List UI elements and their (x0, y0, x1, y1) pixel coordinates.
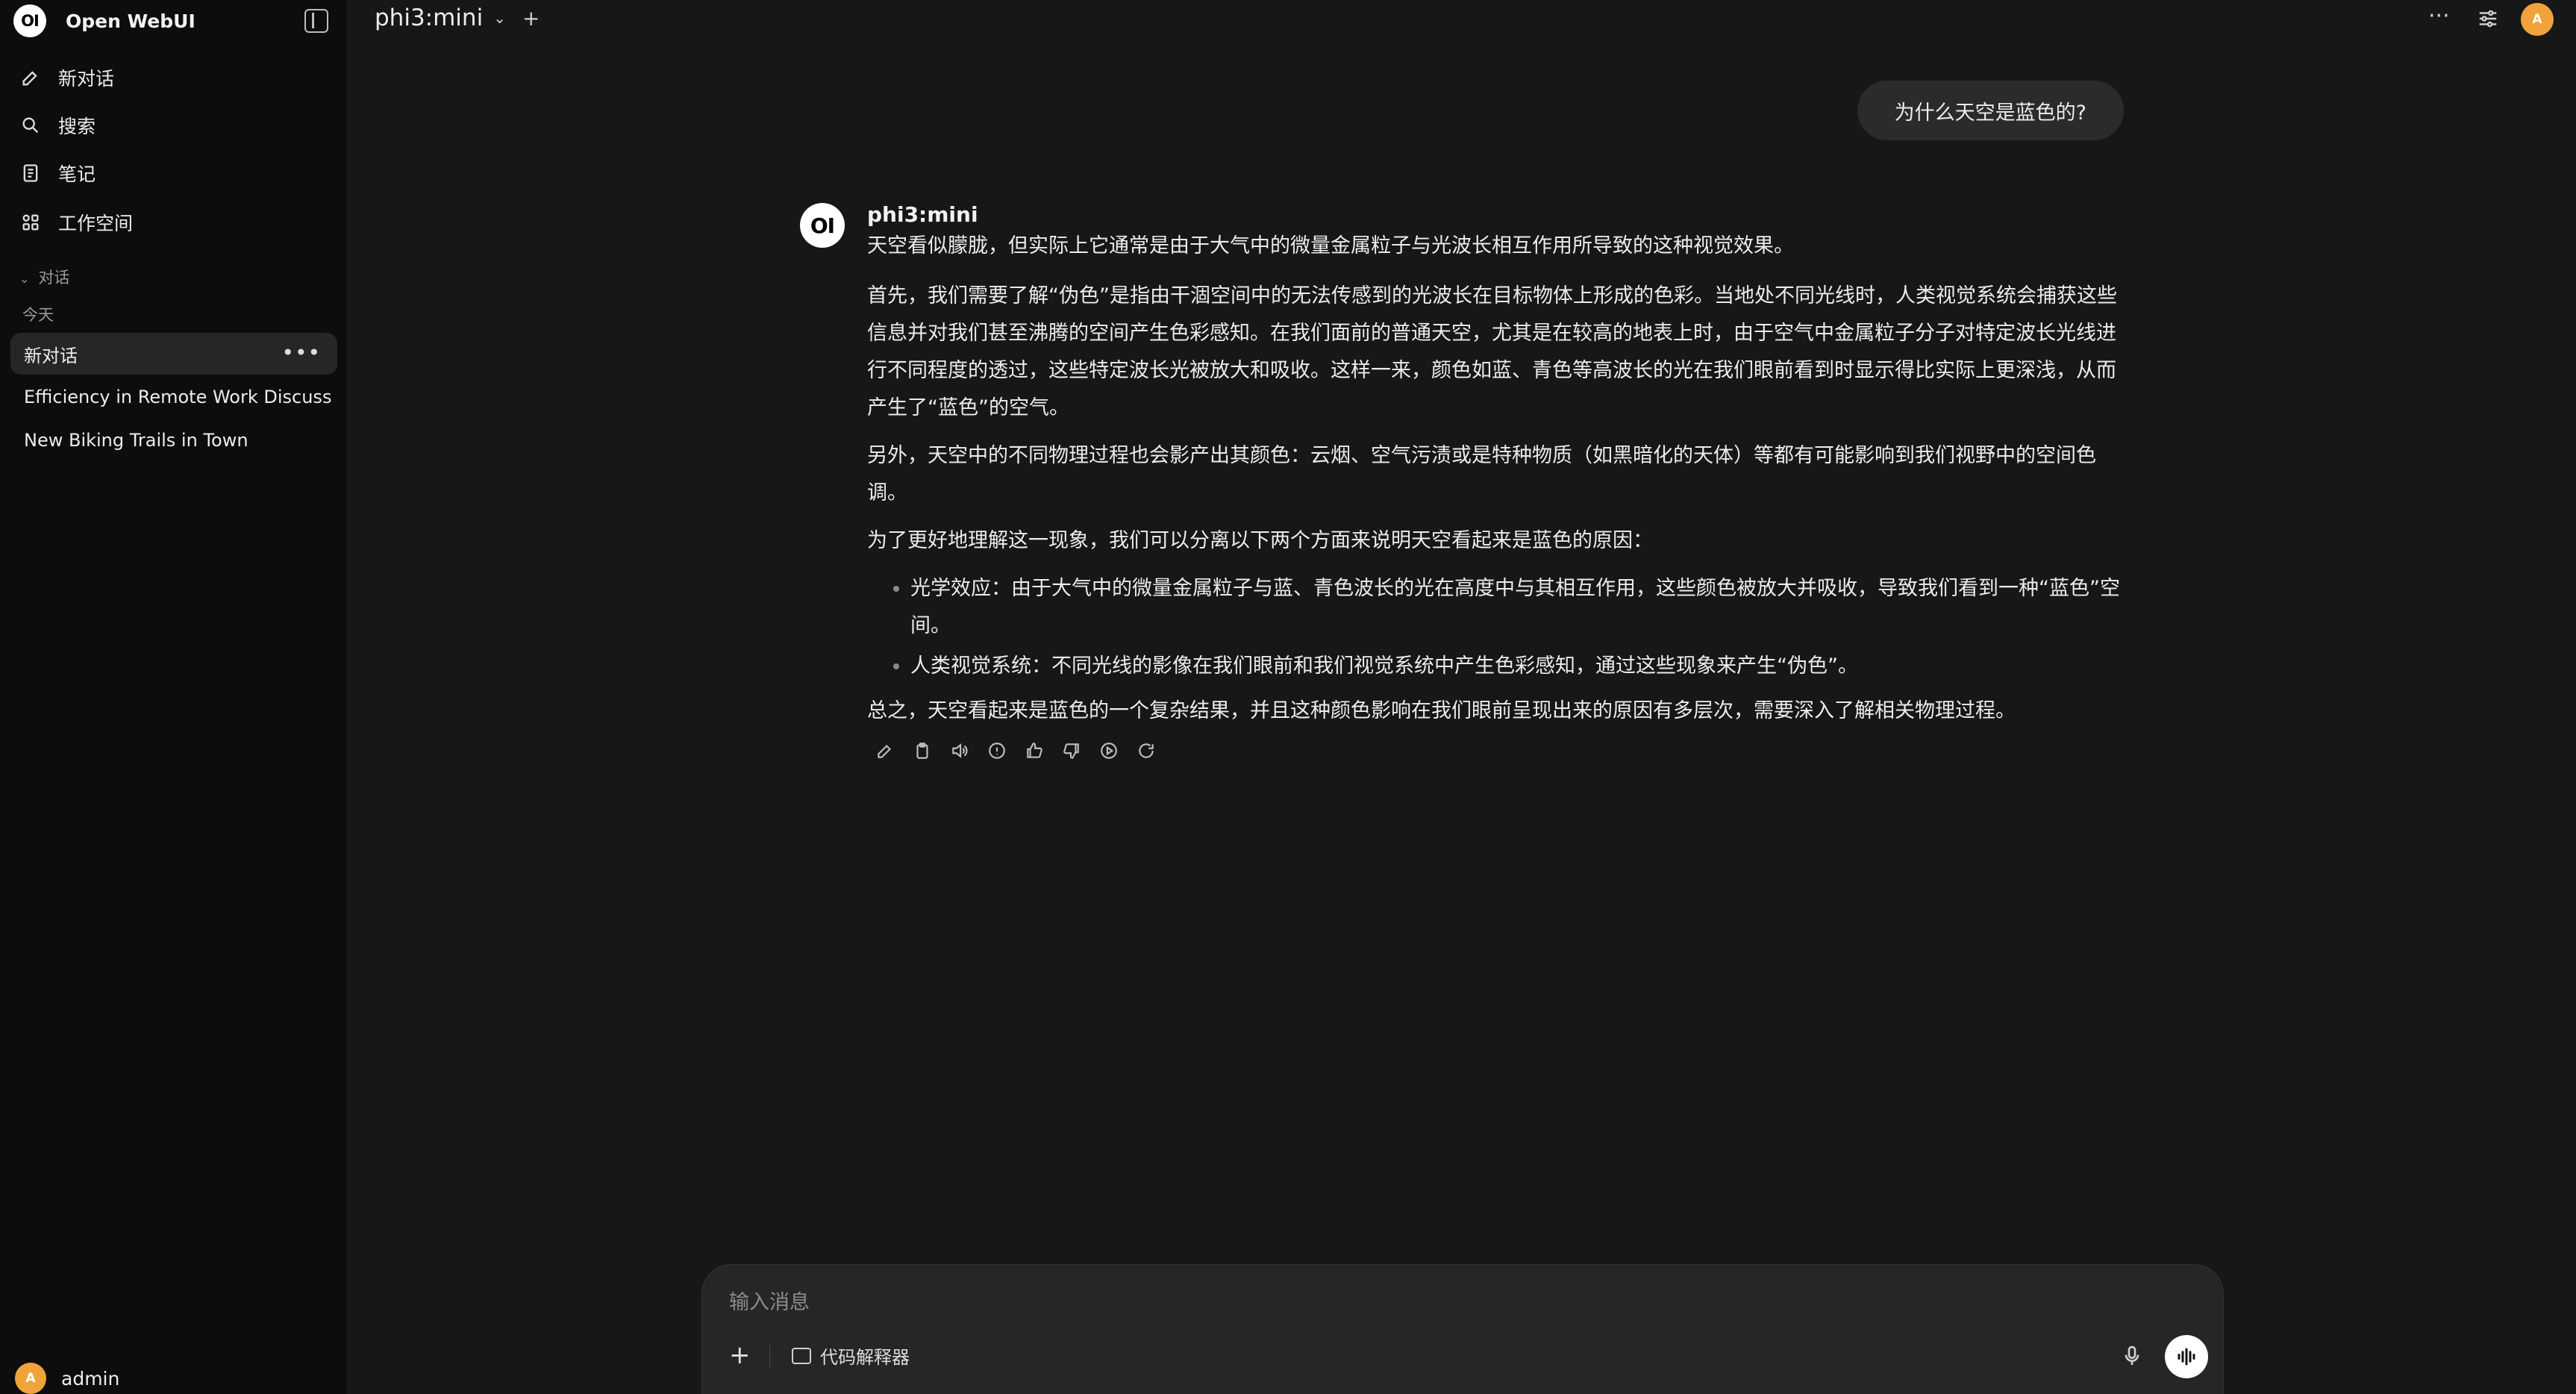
message-actions (873, 739, 2128, 763)
regenerate-icon[interactable] (1134, 739, 1158, 763)
waveform-icon (2178, 1348, 2195, 1366)
message-composer: 输入消息 + 代码解释器 (701, 1264, 2224, 1394)
assistant-name: phi3:mini (867, 202, 978, 227)
chat-item[interactable]: Efficiency in Remote Work Discuss (10, 376, 337, 418)
message-paragraph: 为了更好地理解这一现象，我们可以分离以下两个方面来说明天空看起来是蓝色的原因： (867, 529, 1653, 552)
terminal-icon (792, 1347, 811, 1364)
chevron-down-icon: ⌄ (19, 272, 30, 286)
nav-label: 工作空间 (58, 213, 134, 234)
chat-title: 新对话 (24, 345, 78, 366)
user-name: admin (61, 1367, 120, 1390)
nav-label: 搜索 (58, 116, 96, 137)
model-selector[interactable]: phi3:mini ⌄ + (375, 1, 540, 34)
add-attachment-icon[interactable]: + (729, 1343, 751, 1368)
edit-icon[interactable] (873, 739, 897, 763)
notes-icon (19, 162, 42, 184)
sidebar: OI Open WebUI 新对话 搜索 笔记 工作空间 ⌄ 对话 今天 新对话 … (0, 0, 346, 1394)
nav-label: 新对话 (58, 68, 115, 90)
brand[interactable]: OI Open WebUI (13, 4, 196, 37)
section-label: 对话 (38, 269, 70, 287)
thumbs-up-icon[interactable] (1022, 739, 1046, 763)
assistant-body: phi3:mini 天空看似朦胧，但实际上它通常是由于大气中的微量金属粒子与光波… (867, 200, 2128, 763)
user-message: 为什么天空是蓝色的? (1857, 81, 2124, 140)
message-paragraph: 另外，天空中的不同物理过程也会影产出其颜色：云烟、空气污渍或是特种物质（如黑暗化… (867, 444, 2096, 504)
app-name: Open WebUI (66, 10, 196, 32)
more-options-icon[interactable]: ••• (281, 340, 321, 365)
notes-button[interactable]: 笔记 (19, 158, 96, 188)
model-name: phi3:mini (375, 4, 484, 31)
chat-title: Efficiency in Remote Work Discuss (24, 387, 332, 407)
chats-section-toggle[interactable]: ⌄ 对话 (19, 266, 69, 288)
divider (769, 1345, 770, 1368)
settings-icon[interactable] (2476, 7, 2500, 30)
code-interpreter-label: 代码解释器 (820, 1347, 910, 1368)
search-icon (19, 114, 42, 137)
avatar[interactable]: A (2521, 3, 2554, 36)
code-interpreter-button[interactable]: 代码解释器 (792, 1343, 910, 1369)
message-input[interactable]: 输入消息 (729, 1286, 810, 1315)
sidebar-toggle-icon[interactable] (304, 9, 328, 33)
info-icon[interactable] (985, 739, 1009, 763)
thumbs-down-icon[interactable] (1060, 739, 1084, 763)
group-label-today: 今天 (22, 306, 54, 324)
new-chat-button[interactable]: 新对话 (19, 63, 114, 93)
message-list: 光学效应：由于大气中的微量金属粒子与蓝、青色波长的光在高度中与其相互作用，这些颜… (867, 570, 2128, 685)
message-paragraph: 天空看似朦胧，但实际上它通常是由于大气中的微量金属粒子与光波长相互作用所导致的这… (867, 234, 1794, 257)
nav-label: 笔记 (58, 163, 96, 185)
read-aloud-icon[interactable] (948, 739, 972, 763)
user-menu[interactable]: A admin (15, 1363, 119, 1394)
app-logo: OI (13, 4, 46, 37)
workspace-icon (19, 211, 42, 234)
chevron-down-icon: ⌄ (493, 9, 506, 27)
more-options-icon[interactable]: ··· (2428, 3, 2450, 29)
search-button[interactable]: 搜索 (19, 110, 96, 140)
chat-item[interactable]: New Biking Trails in Town (10, 419, 337, 461)
chat-item[interactable]: 新对话 ••• (10, 333, 337, 375)
microphone-icon[interactable] (2120, 1343, 2144, 1369)
copy-icon[interactable] (910, 739, 934, 763)
list-item: 光学效应：由于大气中的微量金属粒子与蓝、青色波长的光在高度中与其相互作用，这些颜… (910, 570, 2128, 645)
avatar: A (15, 1363, 46, 1394)
message-paragraph: 首先，我们需要了解“伪色”是指由干涸空间中的无法传感到的光波长在目标物体上形成的… (867, 284, 2117, 419)
workspace-button[interactable]: 工作空间 (19, 207, 133, 237)
list-item: 人类视觉系统：不同光线的影像在我们眼前和我们视觉系统中产生色彩感知，通过这些现象… (910, 648, 2128, 685)
voice-mode-button[interactable] (2165, 1335, 2208, 1378)
add-model-icon[interactable]: + (522, 6, 540, 31)
edit-icon (19, 66, 42, 89)
model-logo: OI (800, 203, 845, 248)
continue-icon[interactable] (1097, 739, 1121, 763)
message-paragraph: 总之，天空看起来是蓝色的一个复杂结果，并且这种颜色影响在我们眼前呈现出来的原因有… (867, 699, 2016, 722)
chat-title: New Biking Trails in Town (24, 430, 248, 451)
